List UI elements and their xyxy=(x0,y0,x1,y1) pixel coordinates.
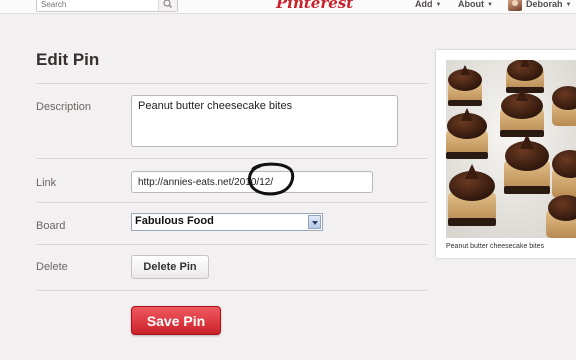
pinterest-logo[interactable]: Pinterest xyxy=(276,0,353,12)
nav-about-label: About xyxy=(458,0,484,9)
page-title: Edit Pin xyxy=(36,50,100,69)
user-avatar[interactable] xyxy=(508,0,522,11)
divider xyxy=(36,83,428,84)
search-button[interactable] xyxy=(158,0,177,11)
annotation-circle xyxy=(248,162,295,196)
delete-label: Delete xyxy=(36,261,68,273)
board-label: Board xyxy=(36,220,66,232)
divider xyxy=(36,202,428,203)
caret-down-icon: ▼ xyxy=(487,2,493,8)
dropdown-arrow-icon[interactable] xyxy=(308,215,321,229)
pin-caption: Peanut butter cheesecake bites xyxy=(446,243,545,250)
search-input[interactable] xyxy=(37,0,159,11)
save-pin-button[interactable]: Save Pin xyxy=(131,306,221,335)
nav-user-menu[interactable]: Deborah ▼ xyxy=(526,0,571,9)
caret-down-icon: ▼ xyxy=(565,2,572,8)
nav-about-menu[interactable]: About ▼ xyxy=(458,0,493,9)
user-name: Deborah xyxy=(526,0,563,9)
nav-add-label: Add xyxy=(415,0,433,9)
description-field[interactable]: Peanut butter cheesecake bites xyxy=(131,95,398,147)
pin-image xyxy=(446,60,576,238)
board-dropdown[interactable]: Fabulous Food xyxy=(131,213,323,231)
search-box[interactable] xyxy=(36,0,178,12)
link-label: Link xyxy=(36,177,57,189)
description-label: Description xyxy=(36,101,92,113)
board-selected-value: Fabulous Food xyxy=(135,215,214,227)
divider xyxy=(36,290,428,291)
divider xyxy=(36,158,428,159)
divider xyxy=(36,244,428,245)
delete-pin-button[interactable]: Delete Pin xyxy=(131,255,209,279)
search-icon xyxy=(163,0,172,8)
caret-down-icon: ▼ xyxy=(435,2,442,8)
nav-add-menu[interactable]: Add ▼ xyxy=(415,0,441,9)
